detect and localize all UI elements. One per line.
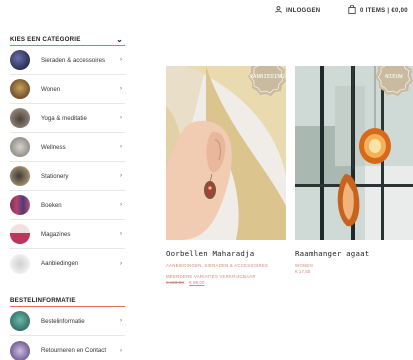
chevron-right-icon: › <box>120 115 122 121</box>
chevron-right-icon: › <box>120 347 122 354</box>
category-thumbnail <box>10 195 30 215</box>
chevron-right-icon: › <box>120 86 122 92</box>
product-title[interactable]: Raamhanger agaat <box>295 249 413 258</box>
chevron-right-icon: › <box>120 57 122 63</box>
category-heading: KIES EEN CATEGORIE <box>10 36 81 43</box>
sidebar-item-stationery[interactable]: Stationery › <box>10 162 125 191</box>
sidebar-item-label: Bestelinformatie <box>41 317 85 325</box>
top-bar: INLOGGEN 0 ITEMS | €0,00 <box>0 4 413 20</box>
order-info-header: BESTELINFORMATIE <box>10 295 125 307</box>
chevron-right-icon: › <box>120 231 122 237</box>
sidebar: KIES EEN CATEGORIE ⌄ Sieraden & accessoi… <box>10 34 125 360</box>
shopping-bag-icon <box>348 4 356 16</box>
category-thumbnail <box>10 108 30 128</box>
sidebar-item-label: Wellness <box>41 143 66 151</box>
sidebar-item-label: Yoga & meditatie <box>41 114 87 122</box>
order-info-list: Bestelinformatie › Retourneren en Contac… <box>10 307 125 360</box>
product-card[interactable]: NIEUW Raamhanger agaat WONEN € 17,50 <box>295 66 413 275</box>
old-price: € 120,00 <box>166 280 184 285</box>
price: € 17,50 <box>295 269 311 274</box>
product-price: € 120,00 € 99,00 <box>166 280 286 286</box>
sidebar-item-sieraden[interactable]: Sieraden & accessoires › <box>10 46 125 75</box>
product-image[interactable]: NIEUW <box>295 66 413 240</box>
product-card[interactable]: AANBIEDING Oorbellen Maharadja AANBIEDIN… <box>166 66 286 286</box>
sidebar-item-magazines[interactable]: Magazines › <box>10 220 125 249</box>
sidebar-item-boeken[interactable]: Boeken › <box>10 191 125 220</box>
sidebar-item-label: Sieraden & accessoires <box>41 56 106 64</box>
product-image[interactable]: AANBIEDING <box>166 66 286 240</box>
category-dropdown-header[interactable]: KIES EEN CATEGORIE ⌄ <box>10 34 125 46</box>
sale-price: € 99,00 <box>189 280 205 285</box>
sidebar-item-label: Boeken <box>41 201 62 209</box>
cart-summary: 0 ITEMS | €0,00 <box>360 7 408 14</box>
category-thumbnail <box>10 137 30 157</box>
category-thumbnail <box>10 50 30 70</box>
login-label: INLOGGEN <box>286 7 321 14</box>
order-info-thumbnail <box>10 340 30 360</box>
sidebar-item-label: Stationery <box>41 172 69 180</box>
cart-link[interactable]: 0 ITEMS | €0,00 <box>348 4 408 16</box>
sidebar-item-label: Retourneren en Contact <box>41 347 107 354</box>
chevron-right-icon: › <box>120 173 122 179</box>
chevron-right-icon: › <box>120 260 122 267</box>
order-info-section: BESTELINFORMATIE Bestelinformatie › Reto… <box>10 295 125 360</box>
order-info-heading: BESTELINFORMATIE <box>10 297 76 304</box>
chevron-right-icon: › <box>120 144 122 150</box>
sidebar-item-yoga[interactable]: Yoga & meditatie › <box>10 104 125 133</box>
sidebar-item-label: Wonen <box>41 85 61 93</box>
category-thumbnail <box>10 224 30 244</box>
sidebar-item-wellness[interactable]: Wellness › <box>10 133 125 162</box>
badge-label: NIEUW <box>385 74 403 80</box>
order-info-thumbnail <box>10 311 30 331</box>
user-icon <box>275 6 282 15</box>
category-thumbnail <box>10 79 30 99</box>
product-categories[interactable]: AANBIEDINGEN, SIERADEN & ACCESSOIRES <box>166 263 286 269</box>
sidebar-item-label: Magazines <box>41 230 71 238</box>
badge-label: AANBIEDING <box>249 74 285 80</box>
sidebar-item-wonen[interactable]: Wonen › <box>10 75 125 104</box>
product-price: € 17,50 <box>295 269 413 275</box>
sidebar-item-bestelinformatie[interactable]: Bestelinformatie › <box>10 307 125 336</box>
category-thumbnail <box>10 166 30 186</box>
chevron-right-icon: › <box>120 202 122 208</box>
chevron-down-icon: ⌄ <box>116 35 123 44</box>
sidebar-item-label: Aanbiedingen <box>41 260 79 267</box>
new-badge: NIEUW <box>375 66 413 96</box>
category-list: Sieraden & accessoires › Wonen › Yoga & … <box>10 46 125 278</box>
category-thumbnail <box>10 253 30 274</box>
login-link[interactable]: INLOGGEN <box>275 6 320 15</box>
product-title[interactable]: Oorbellen Maharadja <box>166 249 286 258</box>
chevron-right-icon: › <box>120 318 122 324</box>
sidebar-item-aanbiedingen[interactable]: Aanbiedingen › <box>10 249 125 278</box>
sidebar-item-retourneren[interactable]: Retourneren en Contact › <box>10 336 125 360</box>
sale-badge: AANBIEDING <box>248 66 286 96</box>
